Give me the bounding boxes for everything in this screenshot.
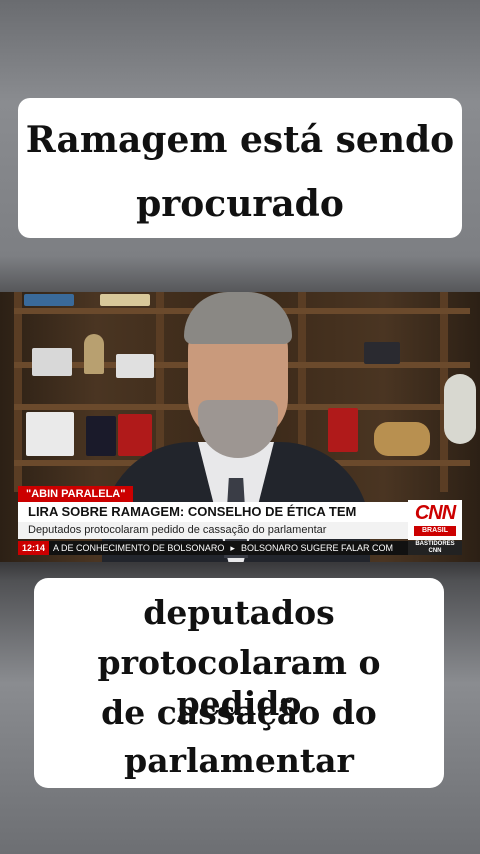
- topic-tag: "ABIN PARALELA": [18, 486, 134, 502]
- caption-bottom-line3: de cassação do: [101, 693, 377, 732]
- shelf-item: [374, 422, 430, 456]
- shelf-item: [364, 342, 400, 364]
- caption-bottom-line1: deputados: [143, 593, 335, 632]
- shelf-item: [24, 294, 74, 306]
- news-headline: LIRA SOBRE RAMAGEM: CONSELHO DE ÉTICA TE…: [18, 502, 408, 539]
- program-line1: BASTIDORES: [415, 541, 455, 547]
- ticker-separator: ▸: [230, 543, 235, 553]
- news-subline: Deputados protocolaram pedido de cassaçã…: [18, 522, 408, 539]
- video-frame[interactable]: "ABIN PARALELA" LIRA SOBRE RAMAGEM: CONS…: [0, 292, 480, 562]
- shelf-item: [86, 416, 116, 456]
- ticker-text-2: BOLSONARO SUGERE FALAR COM: [240, 543, 393, 553]
- shelf-item: [328, 408, 358, 452]
- shelf-item: [118, 414, 152, 456]
- shelf-item: [32, 348, 72, 376]
- caption-top-line2: procurado: [136, 183, 344, 225]
- program-badge: BASTIDORES CNN: [408, 541, 462, 555]
- ticker-text-1: A DE CONHECIMENTO DE BOLSONARO: [53, 543, 225, 553]
- caption-top: Ramagem está sendo procurado: [18, 98, 462, 238]
- shelf-item: [100, 294, 150, 306]
- program-line2: CNN: [428, 548, 442, 554]
- caption-bottom: deputados protocolaram o pedido de cassa…: [34, 578, 444, 788]
- shelf-item: [26, 412, 74, 456]
- caption-top-line1: Ramagem está sendo: [25, 119, 455, 161]
- ticker-time: 12:14: [18, 541, 50, 555]
- shelf-item: [84, 334, 104, 374]
- shelf-item: [116, 354, 154, 378]
- news-ticker: 12:14 A DE CONHECIMENTO DE BOLSONARO ▸ BOLS…: [18, 541, 408, 555]
- caption-bottom-line4: parlamentar: [124, 741, 354, 780]
- cnn-logo-country: BRASIL: [414, 526, 456, 536]
- cnn-brasil-logo: CNN BRASIL: [408, 500, 462, 540]
- cnn-logo-text: CNN: [414, 502, 456, 524]
- shelf-item: [444, 374, 476, 444]
